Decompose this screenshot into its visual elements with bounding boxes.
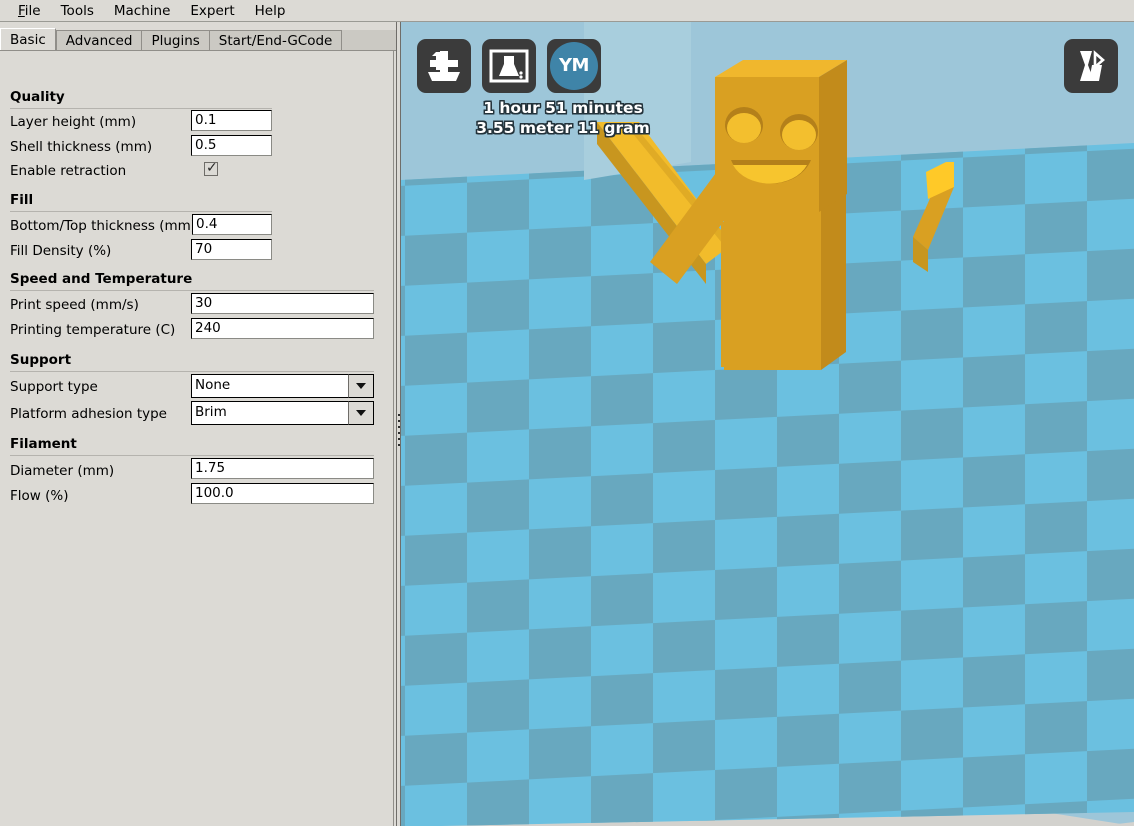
dropdown-support-type-value: None bbox=[191, 374, 348, 398]
rotate-arrow-icon bbox=[1093, 50, 1105, 70]
material-estimate: 3.55 meter 11 gram bbox=[476, 119, 650, 137]
cura-application-window: File Tools Machine Expert Help Basic Adv… bbox=[0, 0, 1134, 826]
menu-item-machine[interactable]: Machine bbox=[104, 2, 181, 20]
menu-item-expert[interactable]: Expert bbox=[180, 2, 244, 20]
label-printing-temperature: Printing temperature (C) bbox=[10, 322, 176, 338]
input-bottom-top-thickness[interactable]: 0.4 bbox=[192, 214, 272, 235]
input-shell-thickness[interactable]: 0.5 bbox=[191, 135, 272, 156]
dropdown-platform-adhesion-type-value: Brim bbox=[191, 401, 348, 425]
youmagine-button[interactable]: YM bbox=[547, 39, 601, 93]
settings-panel: Basic Advanced Plugins Start/End-GCode Q… bbox=[0, 22, 396, 826]
tab-start-end-gcode[interactable]: Start/End-GCode bbox=[208, 30, 342, 51]
print-estimate-status: 1 hour 51 minutes 3.55 meter 11 gram bbox=[413, 98, 713, 138]
label-bottom-top-thickness: Bottom/Top thickness (mm) bbox=[10, 218, 197, 234]
tab-plugins[interactable]: Plugins bbox=[141, 30, 209, 51]
menu-item-tools[interactable]: Tools bbox=[51, 2, 104, 20]
menu-item-help[interactable]: Help bbox=[245, 2, 296, 20]
settings-tab-bar: Basic Advanced Plugins Start/End-GCode bbox=[0, 26, 396, 51]
tab-basic[interactable]: Basic bbox=[0, 28, 56, 51]
robot-body-side bbox=[821, 187, 846, 370]
section-rule-support bbox=[10, 371, 374, 372]
checkbox-enable-retraction[interactable]: ✓ bbox=[204, 160, 218, 176]
label-platform-adhesion-type: Platform adhesion type bbox=[10, 406, 167, 422]
platform-glyph bbox=[428, 72, 460, 81]
section-title-speed-temperature: Speed and Temperature bbox=[10, 271, 193, 287]
section-title-quality: Quality bbox=[10, 89, 65, 105]
check-icon: ✓ bbox=[206, 160, 218, 176]
section-rule-filament bbox=[10, 455, 374, 456]
chevron-down-icon[interactable] bbox=[348, 401, 374, 425]
input-flow[interactable]: 100.0 bbox=[191, 483, 374, 504]
dropdown-platform-adhesion-type[interactable]: Brim bbox=[191, 401, 374, 425]
youmagine-label: YM bbox=[550, 42, 598, 90]
label-print-speed: Print speed (mm/s) bbox=[10, 297, 139, 313]
input-printing-temperature[interactable]: 240 bbox=[191, 318, 374, 339]
input-fill-density[interactable]: 70 bbox=[191, 239, 272, 260]
menu-bar: File Tools Machine Expert Help bbox=[0, 0, 1134, 22]
tab-bar-filler bbox=[341, 30, 396, 51]
input-diameter[interactable]: 1.75 bbox=[191, 458, 374, 479]
section-rule-quality bbox=[10, 108, 272, 109]
print-preview-button[interactable] bbox=[482, 39, 536, 93]
label-support-type: Support type bbox=[10, 379, 98, 395]
label-flow: Flow (%) bbox=[10, 488, 69, 504]
robot-body-front bbox=[724, 202, 821, 370]
label-fill-density: Fill Density (%) bbox=[10, 243, 112, 259]
robot-head-side bbox=[819, 60, 847, 212]
hourglass-glyph bbox=[499, 56, 519, 76]
3d-viewport[interactable]: YM 1 hour 51 minutes 3.55 meter 11 gram bbox=[401, 22, 1134, 826]
input-print-speed[interactable]: 30 bbox=[191, 293, 374, 314]
label-diameter: Diameter (mm) bbox=[10, 463, 115, 479]
label-enable-retraction: Enable retraction bbox=[10, 163, 127, 179]
load-model-button[interactable] bbox=[417, 39, 471, 93]
section-title-support: Support bbox=[10, 352, 72, 368]
menu-item-file[interactable]: File bbox=[8, 2, 51, 20]
chevron-down-icon[interactable] bbox=[348, 374, 374, 398]
dropdown-support-type[interactable]: None bbox=[191, 374, 374, 398]
section-rule-speed-temperature bbox=[10, 290, 374, 291]
tab-advanced[interactable]: Advanced bbox=[55, 30, 142, 51]
input-layer-height[interactable]: 0.1 bbox=[191, 110, 272, 131]
section-title-filament: Filament bbox=[10, 436, 77, 452]
section-rule-fill bbox=[10, 211, 272, 212]
section-title-fill: Fill bbox=[10, 192, 34, 208]
basic-settings-content: Quality Layer height (mm) 0.1 Shell thic… bbox=[0, 50, 394, 826]
label-layer-height: Layer height (mm) bbox=[10, 114, 137, 130]
view-mode-button[interactable] bbox=[1064, 39, 1118, 93]
build-platform-scene bbox=[401, 22, 1134, 826]
label-shell-thickness: Shell thickness (mm) bbox=[10, 139, 153, 155]
print-time-estimate: 1 hour 51 minutes bbox=[483, 99, 643, 117]
